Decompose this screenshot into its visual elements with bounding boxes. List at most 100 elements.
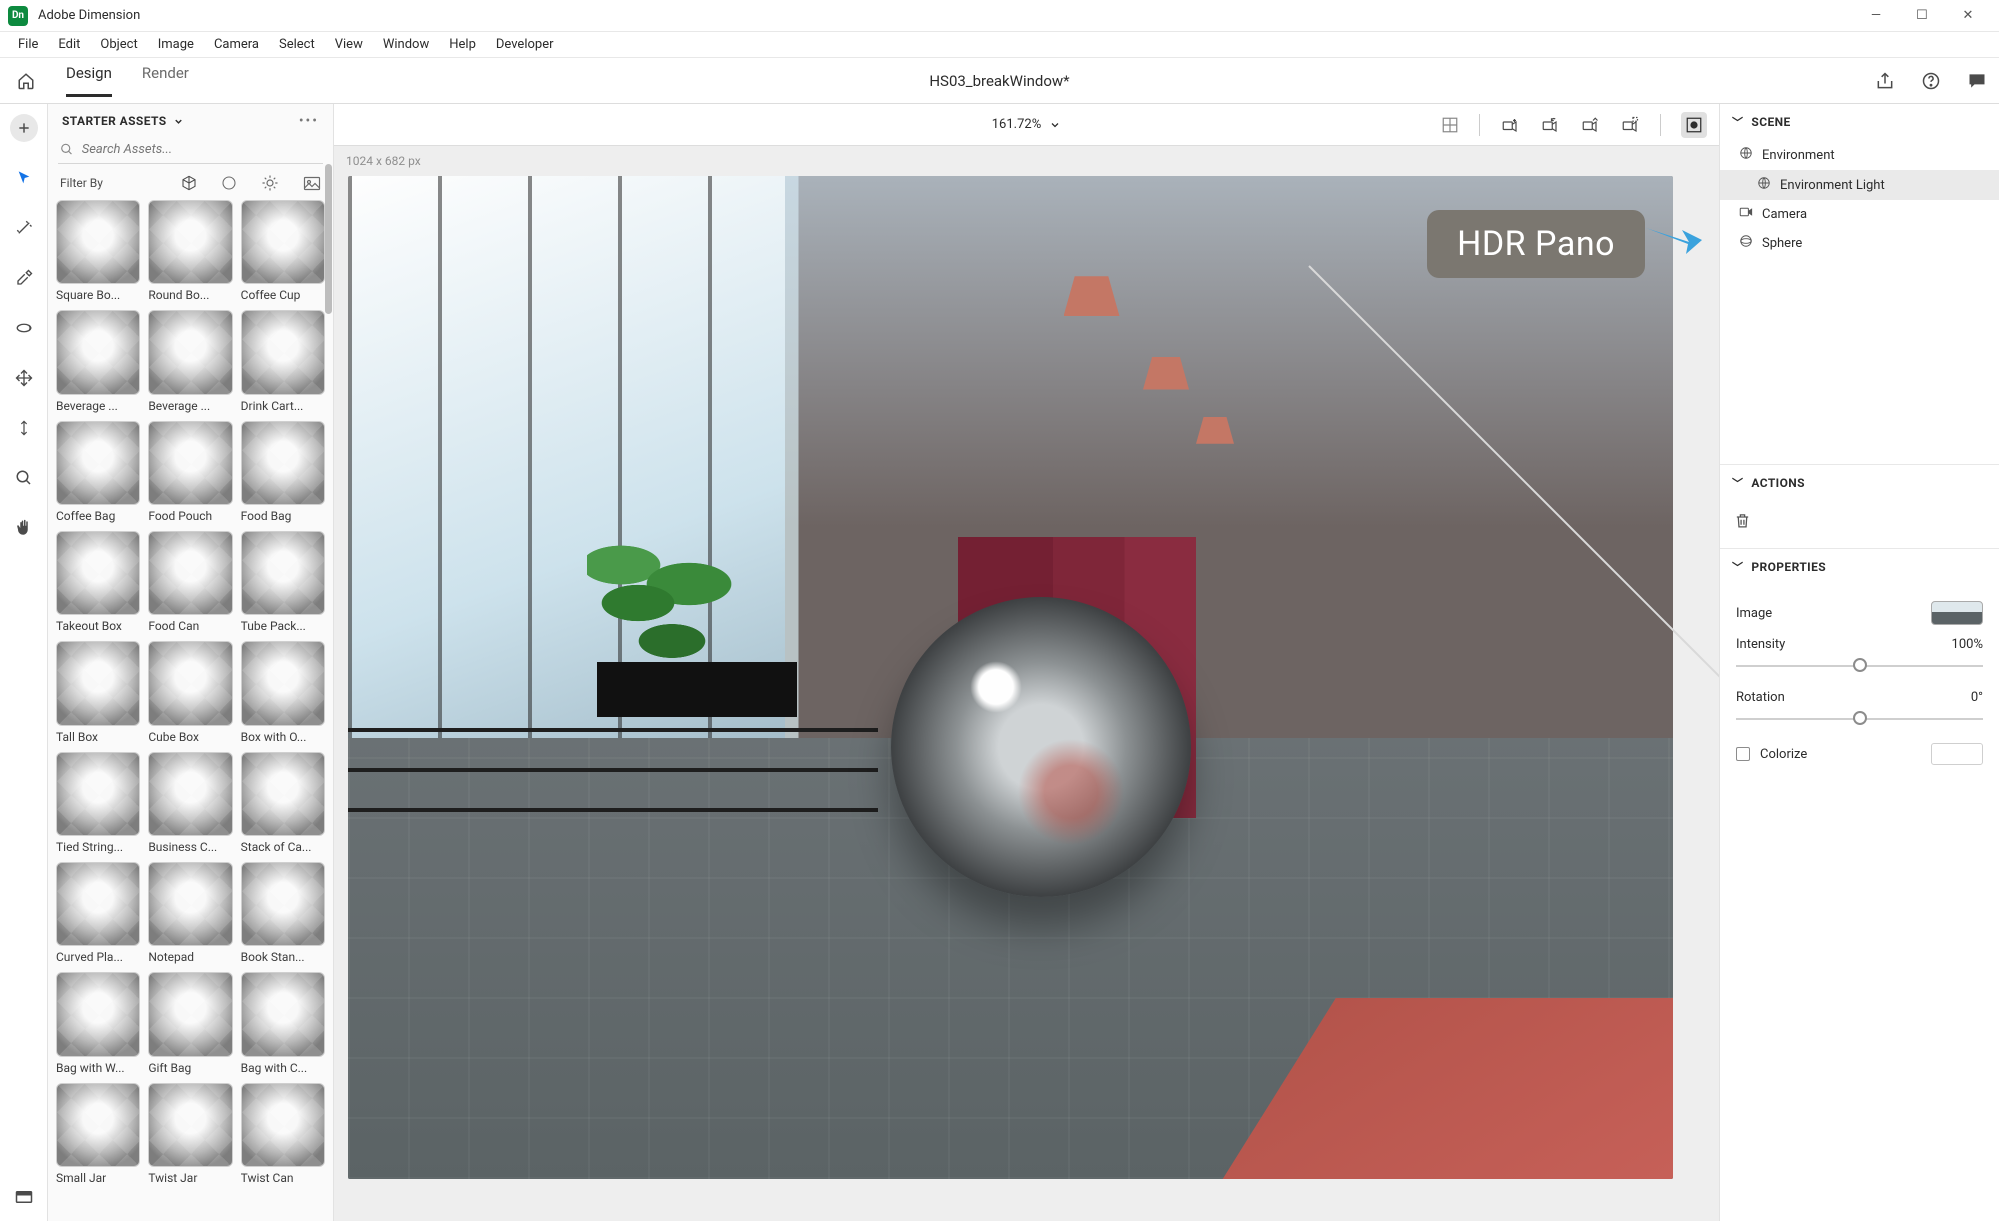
actions-header[interactable]: ﹀ ACTIONS (1720, 465, 1999, 501)
menu-file[interactable]: File (8, 37, 48, 52)
asset-item[interactable]: Drink Cart... (241, 310, 325, 412)
asset-item[interactable]: Book Stan... (241, 862, 325, 964)
zoom-value[interactable]: 161.72% (992, 117, 1041, 132)
assets-more-button[interactable]: ••• (299, 118, 319, 124)
asset-item[interactable]: Stack of Ca... (241, 752, 325, 854)
menu-image[interactable]: Image (148, 37, 204, 52)
separator (1479, 114, 1480, 136)
asset-item[interactable]: Notepad (148, 862, 232, 964)
scene-item[interactable]: Environment Light (1720, 170, 1999, 200)
intensity-slider[interactable] (1736, 656, 1983, 674)
frame-selection-icon[interactable] (1620, 116, 1640, 134)
asset-name: Notepad (148, 946, 232, 964)
filter-materials-icon[interactable] (221, 175, 237, 191)
hand-tool[interactable] (10, 514, 38, 542)
asset-item[interactable]: Coffee Cup (241, 200, 325, 302)
asset-thumb (148, 531, 232, 615)
pan-tool[interactable] (10, 364, 38, 392)
filter-models-icon[interactable] (181, 175, 197, 191)
home-icon (17, 72, 35, 90)
asset-item[interactable]: Cube Box (148, 641, 232, 743)
select-tool[interactable] (10, 164, 38, 192)
menu-select[interactable]: Select (269, 37, 325, 52)
asset-item[interactable]: Tall Box (56, 641, 140, 743)
asset-thumb (148, 1083, 232, 1167)
menu-object[interactable]: Object (90, 37, 147, 52)
asset-item[interactable]: Small Jar (56, 1083, 140, 1185)
viewport-grid-icon[interactable] (1441, 116, 1459, 134)
scene-item[interactable]: Environment (1720, 140, 1999, 170)
asset-item[interactable]: Curved Pla... (56, 862, 140, 964)
zoom-tool[interactable] (10, 464, 38, 492)
assets-scrollbar[interactable] (323, 104, 333, 1221)
canvas-stage[interactable]: 1024 x 682 px HDR Pano (334, 146, 1719, 1221)
scene-header[interactable]: ﹀ SCENE (1720, 104, 1999, 140)
assets-header[interactable]: STARTER ASSETS (62, 114, 184, 128)
dolly-tool[interactable] (10, 414, 38, 442)
camera-undo-icon[interactable] (1540, 116, 1560, 134)
menu-developer[interactable]: Developer (486, 37, 564, 52)
share-icon[interactable] (1875, 71, 1895, 91)
menu-edit[interactable]: Edit (48, 37, 90, 52)
filter-lights-icon[interactable] (261, 174, 279, 192)
asset-item[interactable]: Gift Bag (148, 972, 232, 1074)
prop-rotation-value[interactable]: 0° (1971, 690, 1983, 705)
tab-render[interactable]: Render (142, 64, 189, 97)
properties-header[interactable]: ﹀ PROPERTIES (1720, 549, 1999, 585)
window-minimize-button[interactable]: — (1853, 0, 1899, 32)
rotation-slider[interactable] (1736, 709, 1983, 727)
asset-item[interactable]: Food Bag (241, 421, 325, 523)
asset-item[interactable]: Box with O... (241, 641, 325, 743)
asset-item[interactable]: Takeout Box (56, 531, 140, 633)
scene-item[interactable]: Camera (1720, 200, 1999, 228)
properties-header-label: PROPERTIES (1751, 560, 1826, 574)
sampler-tool[interactable] (10, 264, 38, 292)
search-input[interactable] (82, 142, 321, 157)
asset-item[interactable]: Tube Pack... (241, 531, 325, 633)
assets-search[interactable] (58, 138, 323, 164)
delete-button[interactable] (1734, 519, 1751, 534)
add-content-button[interactable] (10, 114, 38, 142)
colorize-checkbox[interactable] (1736, 747, 1750, 761)
asset-item[interactable]: Coffee Bag (56, 421, 140, 523)
asset-item[interactable]: Square Bo... (56, 200, 140, 302)
scene-item[interactable]: Sphere (1720, 228, 1999, 258)
window-maximize-button[interactable]: ☐ (1899, 0, 1945, 32)
prop-image-chip[interactable] (1931, 601, 1983, 625)
menu-camera[interactable]: Camera (204, 37, 269, 52)
help-icon[interactable] (1921, 71, 1941, 91)
menu-help[interactable]: Help (439, 37, 486, 52)
prop-intensity-value[interactable]: 100% (1952, 637, 1983, 652)
asset-item[interactable]: Food Pouch (148, 421, 232, 523)
asset-item[interactable]: Beverage ... (148, 310, 232, 412)
menu-window[interactable]: Window (373, 37, 439, 52)
window-close-button[interactable]: ✕ (1945, 0, 1991, 32)
orbit-tool[interactable] (10, 314, 38, 342)
panel-toggle-button[interactable] (10, 1183, 38, 1211)
canvas-dimensions: 1024 x 682 px (346, 154, 421, 168)
asset-item[interactable]: Beverage ... (56, 310, 140, 412)
colorize-swatch[interactable] (1931, 743, 1983, 765)
asset-item[interactable]: Bag with W... (56, 972, 140, 1074)
asset-item[interactable]: Twist Jar (148, 1083, 232, 1185)
render-viewport[interactable] (348, 176, 1673, 1179)
home-button[interactable] (12, 72, 40, 90)
render-preview-icon[interactable] (1681, 112, 1707, 138)
asset-item[interactable]: Bag with C... (241, 972, 325, 1074)
asset-name: Cube Box (148, 726, 232, 744)
asset-thumb (148, 641, 232, 725)
feedback-icon[interactable] (1967, 71, 1987, 91)
asset-item[interactable]: Round Bo... (148, 200, 232, 302)
filter-images-icon[interactable] (303, 176, 321, 191)
magic-wand-tool[interactable] (10, 214, 38, 242)
asset-item[interactable]: Twist Can (241, 1083, 325, 1185)
camera-home-icon[interactable] (1580, 116, 1600, 134)
chevron-down-icon[interactable] (1049, 119, 1061, 131)
sphere-object[interactable] (891, 597, 1191, 897)
camera-bookmark-icon[interactable] (1500, 116, 1520, 134)
menu-view[interactable]: View (325, 37, 373, 52)
asset-item[interactable]: Tied String... (56, 752, 140, 854)
tab-design[interactable]: Design (66, 64, 112, 97)
asset-item[interactable]: Business C... (148, 752, 232, 854)
asset-item[interactable]: Food Can (148, 531, 232, 633)
